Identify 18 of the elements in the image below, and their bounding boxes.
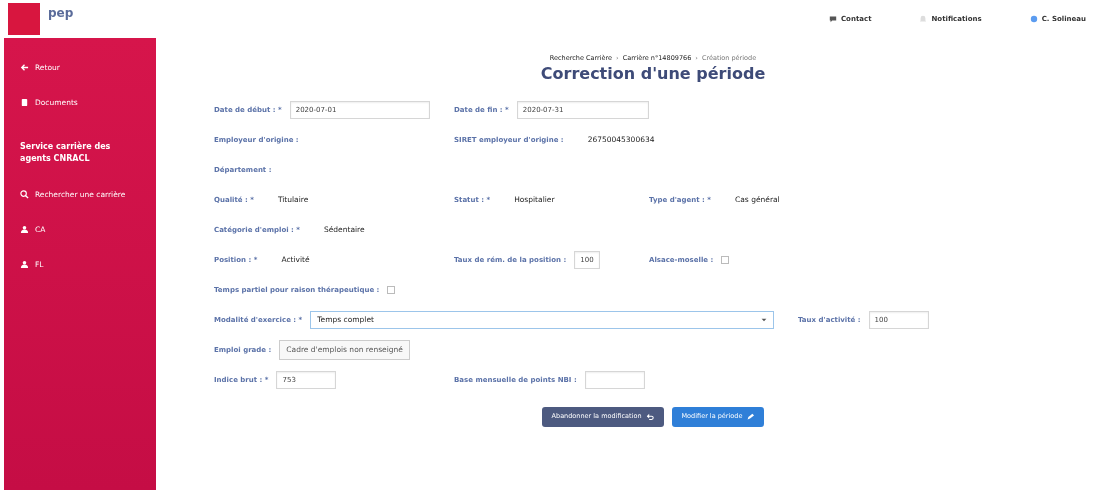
user-avatar-icon (1029, 15, 1038, 23)
chat-icon (829, 15, 837, 23)
back-arrow-icon (20, 63, 29, 73)
undo-icon (645, 412, 654, 421)
app-name: pep (48, 5, 74, 22)
pencil-icon (746, 412, 755, 421)
sidebar-section-title: Service carrière des agents CNRACL (20, 140, 112, 165)
checkbox[interactable] (387, 285, 396, 294)
person-icon (20, 260, 29, 270)
input-field[interactable] (584, 370, 645, 389)
document-icon (20, 98, 29, 108)
caret-icon (761, 316, 767, 323)
logo-icon (8, 3, 40, 35)
search-icon (20, 189, 29, 199)
page-title: Correction d'une période (540, 63, 766, 83)
checkbox[interactable] (721, 255, 730, 264)
person-icon (20, 224, 29, 234)
bell-icon (919, 15, 928, 23)
